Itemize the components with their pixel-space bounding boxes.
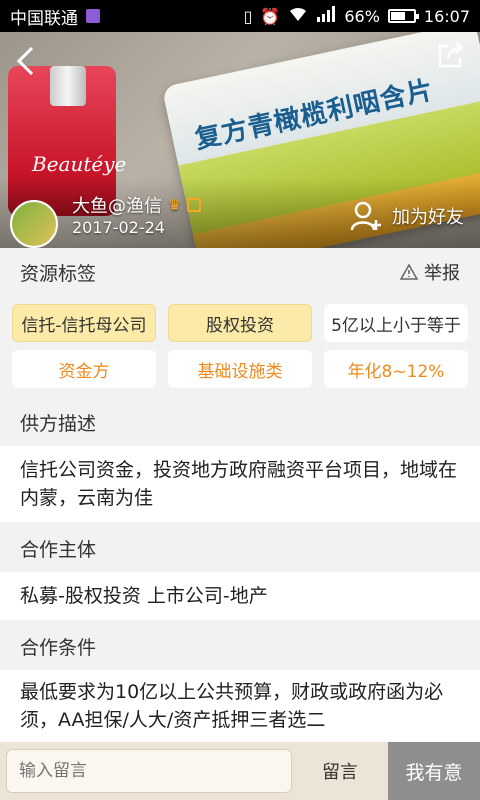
back-button[interactable] xyxy=(10,44,44,78)
signal-icon xyxy=(316,6,336,26)
battery-icon xyxy=(387,9,419,23)
notification-icon xyxy=(86,9,100,23)
express-interest-button[interactable]: 我有意 xyxy=(388,742,480,800)
add-friend-label: 加为好友 xyxy=(392,207,464,228)
resource-tags-grid: 信托-信托母公司 股权投资 5亿以上小于等于 资金方 基础设施类 年化8~12% xyxy=(0,296,480,398)
conditions-title: 合作条件 xyxy=(20,636,97,659)
message-input[interactable] xyxy=(6,749,292,793)
alarm-icon: ⏰ xyxy=(260,6,281,26)
conditions-text: 最低要求为10亿以上公共预算，财政或政府函为必须，AA担保/人大/资产抵押三者选… xyxy=(0,670,480,742)
tag-equity-investment[interactable]: 股权投资 xyxy=(168,304,312,342)
partner-title: 合作主体 xyxy=(20,538,97,561)
tag-amount-range[interactable]: 5亿以上小于等于 xyxy=(324,304,468,342)
bottom-action-bar: 留言 我有意 xyxy=(0,742,480,800)
add-user-icon xyxy=(350,201,381,231)
carrier-name: 中国联通 xyxy=(10,8,78,29)
supply-desc-title: 供方描述 xyxy=(20,412,97,435)
partner-header: 合作主体 xyxy=(0,524,480,572)
partner-text: 私募-股权投资 上市公司-地产 xyxy=(0,572,480,620)
crown-icon: ♛ xyxy=(168,196,182,214)
add-friend-button[interactable]: 加为好友 xyxy=(350,200,464,232)
tag-funder[interactable]: 资金方 xyxy=(12,350,156,388)
user-name-row: 大鱼@渔信 ♛ xyxy=(72,192,202,218)
report-label: 举报 xyxy=(424,263,460,284)
bottle-brand-text: Beautéye xyxy=(32,152,127,176)
supply-desc-text: 信托公司资金，投资地方政府融资平台项目，地域在内蒙，云南为佳 xyxy=(0,446,480,522)
battery-percent: 66% xyxy=(344,6,380,26)
supply-desc-header: 供方描述 xyxy=(0,398,480,446)
tag-annual-yield[interactable]: 年化8~12% xyxy=(324,350,468,388)
resource-tags-title: 资源标签 xyxy=(20,262,97,285)
conditions-header: 合作条件 xyxy=(0,622,480,670)
avatar[interactable] xyxy=(10,200,58,248)
user-name[interactable]: 大鱼@渔信 xyxy=(72,192,162,218)
share-button[interactable] xyxy=(436,40,466,70)
report-button[interactable]: 举报 xyxy=(400,259,460,285)
warning-icon xyxy=(400,264,418,280)
chevron-left-icon xyxy=(16,46,34,76)
comment-button[interactable]: 留言 xyxy=(292,742,388,800)
clock: 16:07 xyxy=(423,6,470,26)
vibrate-icon: ▯ xyxy=(243,6,253,26)
resource-tags-header: 资源标签 举报 xyxy=(0,248,480,296)
tag-trust[interactable]: 信托-信托母公司 xyxy=(12,304,156,342)
resource-cover-image: Beautéye 复方青橄榄利咽含片 大鱼@渔信 ♛ 2017-02-24 加为… xyxy=(0,32,480,248)
vip-badge-icon xyxy=(187,198,202,212)
wifi-icon xyxy=(288,6,308,26)
status-bar: 中国联通 ▯ ⏰ 66% 16:07 xyxy=(0,0,480,32)
tag-infrastructure[interactable]: 基础设施类 xyxy=(168,350,312,388)
publish-date: 2017-02-24 xyxy=(72,218,165,237)
share-icon xyxy=(438,42,464,68)
bottle-cap xyxy=(50,66,86,106)
